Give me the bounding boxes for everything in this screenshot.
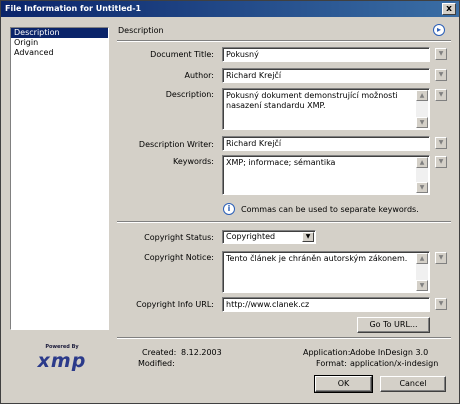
cancel-button[interactable]: Cancel [380,376,446,392]
chevron-down-icon[interactable]: ▼ [302,232,314,242]
description-writer-label: Description Writer: [138,140,214,149]
format-value: application/x-indesign [350,359,439,368]
scroll-up-icon[interactable]: ▲ [416,90,428,101]
keywords-scrollbar[interactable]: ▲ ▼ [416,157,428,193]
copyright-url-label: Copyright Info URL: [136,300,214,309]
keywords-textarea[interactable]: XMP; informace; sémantika ▲ ▼ [222,155,430,195]
copyright-status-value: Copyrighted [226,232,276,241]
copyright-notice-menu-icon[interactable]: ▼ [435,252,447,264]
keywords-text: XMP; informace; sémantika [226,158,336,167]
sidebar-item-description[interactable]: Description [11,28,108,38]
copyright-url-input[interactable]: http://www.clanek.cz [222,297,430,312]
scroll-down-icon[interactable]: ▼ [416,280,428,291]
close-button[interactable]: x [442,3,456,15]
sidebar-item-advanced[interactable]: Advanced [11,48,108,58]
go-to-url-button[interactable]: Go To URL... [357,317,430,333]
description-writer-menu-icon[interactable]: ▼ [435,137,447,149]
copyright-url-menu-icon[interactable]: ▼ [435,298,447,310]
author-menu-icon[interactable]: ▼ [435,69,447,81]
copyright-divider [117,221,451,223]
sidebar-item-origin[interactable]: Origin [11,38,108,48]
document-title-menu-icon[interactable]: ▼ [435,48,447,60]
copyright-notice-label: Copyright Notice: [144,253,214,262]
window-title: File Information for Untitled-1 [5,4,142,13]
description-text: Pokusný dokument demonstrující možnosti … [226,91,398,110]
xmp-brand-text: xmp [37,350,87,372]
header-divider [117,40,451,42]
keywords-hint: i Commas can be used to separate keyword… [223,203,419,215]
description-writer-input[interactable]: Richard Krejčí [222,136,430,151]
copyright-notice-scrollbar[interactable]: ▲ ▼ [416,253,428,291]
copyright-status-select[interactable]: Copyrighted ▼ [222,230,316,244]
description-scrollbar[interactable]: ▲ ▼ [416,90,428,128]
category-list: Description Origin Advanced [10,27,109,330]
scroll-up-icon[interactable]: ▲ [416,253,428,264]
application-label: Application: [303,348,351,357]
keywords-menu-icon[interactable]: ▼ [435,156,447,168]
scroll-down-icon[interactable]: ▼ [416,117,428,128]
file-info-dialog: File Information for Untitled-1 x Descri… [0,0,460,404]
scroll-up-icon[interactable]: ▲ [416,157,428,168]
xmp-logo: Powered By xmp [34,344,90,372]
panel-menu-icon[interactable]: ▸ [433,24,445,36]
description-textarea[interactable]: Pokusný dokument demonstrující možnosti … [222,88,430,130]
format-label: Format: [316,359,347,368]
copyright-notice-text: Tento článek je chráněn autorským zákone… [226,254,408,263]
author-label: Author: [184,71,215,80]
info-icon: i [223,203,235,215]
description-label: Description: [165,90,214,99]
created-label: Created: [142,348,177,357]
keywords-hint-text: Commas can be used to separate keywords. [241,204,419,214]
description-menu-icon[interactable]: ▼ [435,89,447,101]
application-value: Adobe InDesign 3.0 [350,348,429,357]
modified-label: Modified: [138,359,175,368]
document-title-input[interactable]: Pokusný [222,47,430,62]
author-input[interactable]: Richard Krejčí [222,68,430,83]
keywords-label: Keywords: [172,157,214,166]
copyright-notice-textarea[interactable]: Tento článek je chráněn autorským zákone… [222,251,430,293]
document-title-label: Document Title: [150,50,214,59]
meta-divider [117,337,451,339]
title-bar: File Information for Untitled-1 x [1,1,459,17]
scroll-down-icon[interactable]: ▼ [416,182,428,193]
created-value: 8.12.2003 [181,348,222,357]
copyright-status-label: Copyright Status: [144,233,214,242]
section-title: Description [118,26,164,35]
ok-button[interactable]: OK [314,375,373,393]
